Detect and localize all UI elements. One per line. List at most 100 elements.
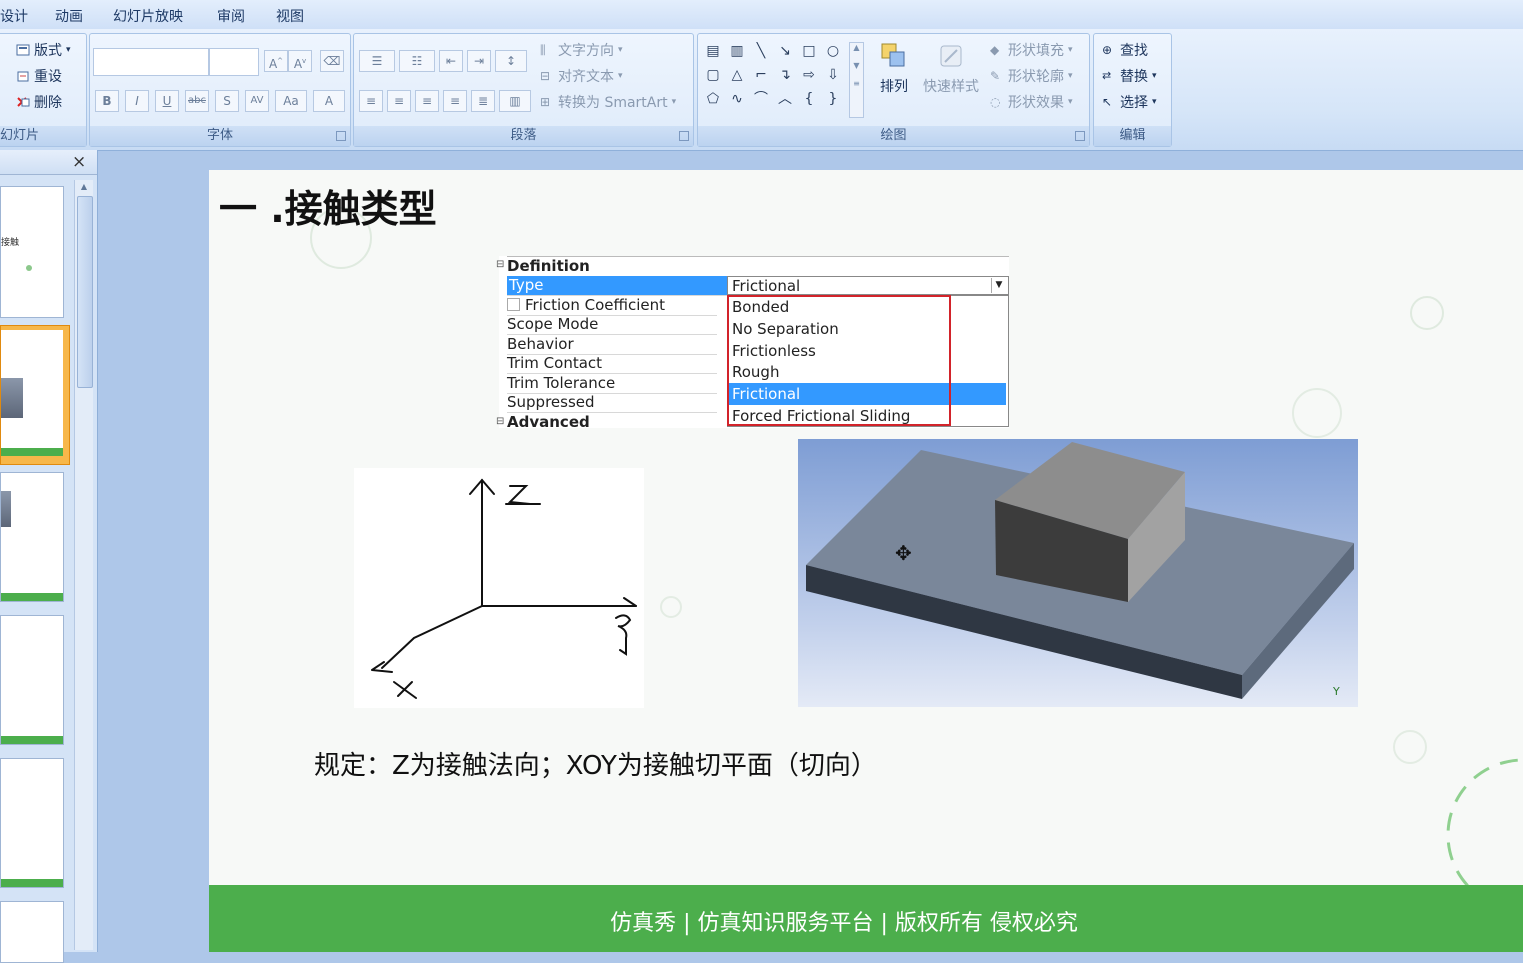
paragraph-dialog-launcher-icon[interactable] [679,131,689,141]
scribble-shape-icon[interactable]: ∿ [728,90,746,108]
close-pane-icon[interactable]: × [72,152,86,172]
editing-group: ⊕ 查找 ⇄ 替换 ▾ ↖ 选择 ▾ 编辑 [1093,33,1172,147]
underline-button[interactable]: U [155,90,179,112]
slide-thumbnail-6[interactable] [0,901,64,963]
reset-button[interactable]: 重设 [16,66,62,86]
align-center-button[interactable]: ≡ [387,90,411,112]
friction-checkbox[interactable] [507,297,520,311]
arc-shape-icon[interactable]: ⌒ [752,90,770,108]
ribbon: 版式 ▾ 重设 删除 幻灯片 A^ Av ⌫ B I U abc S AV Aa … [0,29,1523,151]
scroll-up-icon[interactable]: ▲ [77,182,91,192]
quick-styles-button[interactable]: 快速样式 [920,40,982,96]
contact-property-grid[interactable]: ⊟ Definition Type Frictional ▼ Friction … [496,256,1009,431]
elbow-arrow-icon[interactable]: ↴ [776,66,794,84]
select-button[interactable]: ↖ 选择 ▾ [1102,92,1157,112]
layout-button[interactable]: 版式 ▾ [16,40,71,60]
line-shape-icon[interactable]: ╲ [752,42,770,60]
find-button[interactable]: ⊕ 查找 [1102,40,1148,60]
shape-outline-button[interactable]: ✎ 形状轮廓 ▾ [990,66,1073,86]
change-case-button[interactable]: Aa [275,90,307,112]
shape-gallery[interactable]: ▤ ▥ ╲ ↘ □ ○ ▢ △ ⌐ ↴ ⇨ ⇩ ⬠ ∿ ⌒ ︿ { } [704,42,854,108]
text-direction-button[interactable]: ⫼ 文字方向 ▾ [540,40,623,60]
right-arrow-shape-icon[interactable]: ⇨ [800,66,818,84]
align-right-button[interactable]: ≡ [415,90,439,112]
grow-font-button[interactable]: A^ [264,50,288,72]
slide-thumbnail-5[interactable] [0,758,64,888]
shadow-button[interactable]: S [215,90,239,112]
collapse-definition-icon[interactable]: ⊟ [496,259,504,270]
increase-indent-button[interactable]: ⇥ [467,50,491,72]
thumbnail-scrollbar[interactable]: ▲ [74,180,93,950]
numbering-button[interactable]: ☷ [399,50,435,72]
slide-canvas[interactable]: 一 .接触类型 ⊟ Definition Type Frictional ▼ F… [209,170,1523,952]
shape-gallery-scroll[interactable]: ▲ ▼ ≡ [849,42,864,118]
dropdown-arrow-icon[interactable]: ▼ [991,278,1006,293]
convert-smartart-button[interactable]: ⊞ 转换为 SmartArt ▾ [540,92,676,112]
arrange-button[interactable]: 排列 [874,40,914,96]
freeform-shape-icon[interactable]: ⬠ [704,90,722,108]
font-name-combo[interactable] [93,48,209,76]
down-arrow-shape-icon[interactable]: ⇩ [824,66,842,84]
editing-group-label: 编辑 [1094,126,1171,146]
shape-effects-button[interactable]: ◌ 形状效果 ▾ [990,92,1073,112]
menu-view[interactable]: 视图 [276,6,304,26]
replace-button[interactable]: ⇄ 替换 ▾ [1102,66,1157,86]
font-color-button[interactable]: A [313,90,345,112]
char-spacing-button[interactable]: AV [245,90,269,112]
shrink-font-button[interactable]: Av [288,50,312,72]
thumb-footer-bar [1,448,63,456]
vertical-textbox-shape-icon[interactable]: ▥ [728,42,746,60]
slide-thumbnail-2-selected[interactable] [0,325,70,465]
collapse-advanced-icon[interactable]: ⊟ [496,416,504,427]
property-row-type[interactable]: Type Frictional ▼ [499,276,1009,296]
scroll-thumb[interactable] [77,196,93,388]
triangle-shape-icon[interactable]: △ [728,66,746,84]
drawing-dialog-launcher-icon[interactable] [1075,131,1085,141]
thumb-footer-bar [1,736,63,744]
slide-thumbnail-1[interactable]: 接触 [0,186,64,318]
slide-thumbnail-4[interactable] [0,615,64,745]
arrange-icon [881,43,905,67]
columns-button[interactable]: ▥ [499,90,531,112]
contact-model-view[interactable]: ✥ Y [798,439,1358,707]
font-group-label: 字体 [90,126,350,146]
menu-review[interactable]: 审阅 [217,6,245,26]
strikethrough-button[interactable]: abc [185,90,209,112]
left-brace-shape-icon[interactable]: { [800,90,818,108]
bold-button[interactable]: B [95,90,119,112]
line-spacing-button[interactable]: ↕ [495,50,527,72]
list-buttons: ☰ ☷ ⇤ ⇥ ↕ [359,50,527,72]
slide-thumbnail-2 [1,330,63,456]
menu-slideshow[interactable]: 幻灯片放映 [113,6,183,26]
textbox-shape-icon[interactable]: ▤ [704,42,722,60]
rectangle-shape-icon[interactable]: □ [800,42,818,60]
bullets-button[interactable]: ☰ [359,50,395,72]
decrease-indent-button[interactable]: ⇤ [439,50,463,72]
thumb-footer-bar [1,879,63,887]
paint-bucket-icon: ◆ [990,43,1000,57]
italic-button[interactable]: I [125,90,149,112]
menu-animation[interactable]: 动画 [55,6,83,26]
delete-button[interactable]: 删除 [16,92,62,112]
oval-shape-icon[interactable]: ○ [824,42,842,60]
highlight-box [727,295,951,426]
font-size-combo[interactable] [209,48,259,76]
arrow-line-shape-icon[interactable]: ↘ [776,42,794,60]
right-brace-shape-icon[interactable]: } [824,90,842,108]
distributed-button[interactable]: ≣ [471,90,495,112]
shape-fill-button[interactable]: ◆ 形状填充 ▾ [990,40,1073,60]
slide-thumbnail-3[interactable] [0,472,64,602]
align-left-button[interactable]: ≡ [359,90,383,112]
clear-format-button[interactable]: ⌫ [320,50,344,72]
menu-design[interactable]: 设计 [0,6,28,26]
font-dialog-launcher-icon[interactable] [336,131,346,141]
slides-group-label: 幻灯片 [0,126,86,146]
type-dropdown[interactable]: Frictional ▼ [727,276,1009,295]
justify-button[interactable]: ≡ [443,90,467,112]
curve-shape-icon[interactable]: ︿ [776,90,794,108]
rounded-rect-shape-icon[interactable]: ▢ [704,66,722,84]
model-geometry [806,442,1354,699]
axis-sketch-drawing [371,478,637,699]
elbow-connector-icon[interactable]: ⌐ [752,66,770,84]
align-text-button[interactable]: ⊟ 对齐文本 ▾ [540,66,623,86]
